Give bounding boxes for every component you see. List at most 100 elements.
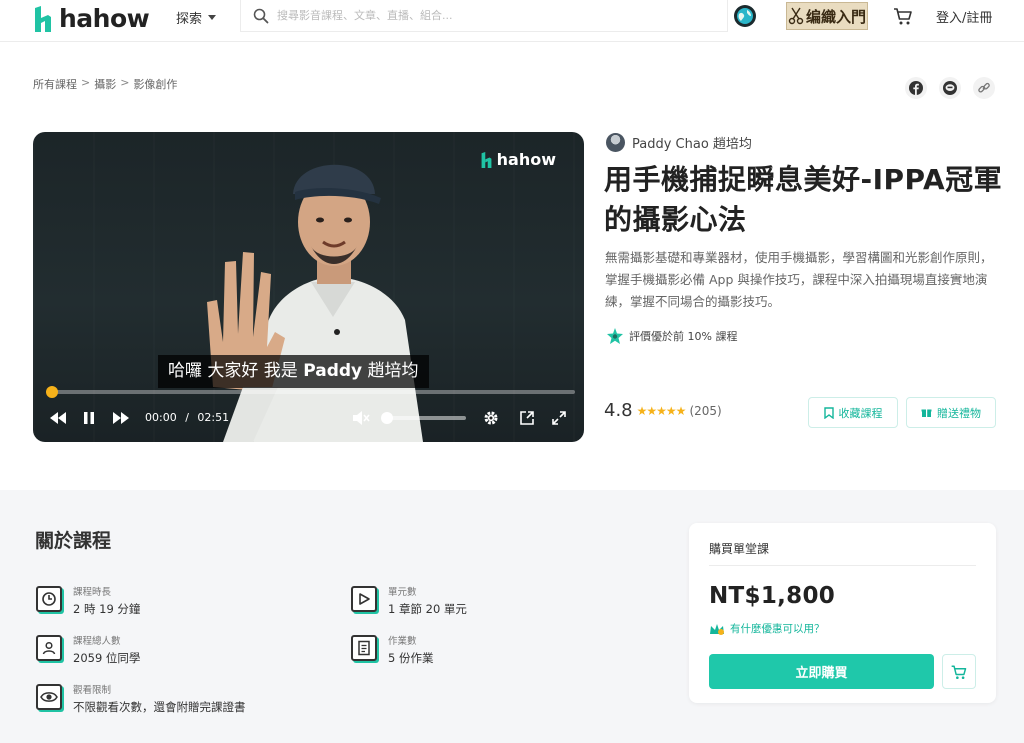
rewind-icon[interactable] [49,410,67,426]
hahow-logo-icon [35,5,51,32]
purchase-card: 購買單堂課 NT$1,800 有什麼優惠可以用？ 立即購買 [689,523,996,703]
video-progress-bar[interactable] [46,386,575,398]
promo-text: 编織入門 [805,7,866,26]
video-player[interactable]: hahow 哈囉 大家好 我是 Paddy 趙培均 00:00 / 02:51 [33,132,584,442]
course-description: 無需攝影基礎和專業器材，使用手機攝影，學習構圖和光影創作原則，掌握手機攝影必備 … [605,250,993,309]
earth-icon [737,8,753,24]
volume-slider[interactable] [381,412,466,424]
add-to-cart-button[interactable] [942,654,976,689]
top-navbar: hahow 探索 编織入門 登入/註冊 [0,0,1024,42]
breadcrumb-item-photography[interactable]: 攝影 [94,76,116,92]
play-icon [351,586,377,612]
stat-label: 觀看限制 [73,685,112,696]
globe-icon[interactable] [734,5,756,27]
stat-assignments: 作業數 5 份作業 [351,635,433,667]
purchase-heading: 購買單堂課 [709,542,770,556]
pause-icon[interactable] [82,410,96,426]
explore-menu[interactable]: 探索 [176,8,217,27]
stat-value: 2 時 19 分鐘 [73,602,141,616]
gift-label: 贈送禮物 [937,406,981,420]
stat-value: 2059 位同學 [73,651,141,665]
course-price: NT$1,800 [709,583,836,609]
explore-label: 探索 [176,12,203,27]
subtitle-prefix: 哈囉 大家好 我是 [168,361,304,381]
chevron-down-icon [208,15,217,20]
avatar [606,133,625,152]
stat-value: 1 章節 20 單元 [388,602,467,616]
stat-label: 課程時長 [73,587,112,598]
stat-label: 單元數 [388,587,417,598]
clock-icon [36,586,62,612]
line-icon [943,81,957,95]
badge-text: 評價優於前 10% 課程 [629,330,738,343]
cart-icon [951,665,967,679]
gift-icon [921,409,932,417]
stat-viewing-limit: 觀看限制 不限觀看次數，還會附贈完課證書 [36,684,246,716]
share-line-button[interactable] [939,77,961,99]
breadcrumb-separator: > [120,76,130,89]
eye-icon [36,684,62,710]
about-title: 關於課程 [35,530,112,552]
stat-units: 單元數 1 章節 20 單元 [351,586,467,618]
fullscreen-icon[interactable] [551,410,567,426]
rating-stars-icon: ★★★★★ [636,403,687,418]
stat-value: 不限觀看次數，還會附贈完課證書 [73,700,246,714]
students-icon [36,635,62,661]
search-input[interactable] [277,9,697,22]
search-icon [253,8,269,23]
share-link-button[interactable] [973,77,995,99]
hahow-logo-icon [481,151,492,168]
course-title: 用手機捕捉瞬息美好-IPPA冠軍的攝影心法 [604,163,1003,236]
fast-forward-icon[interactable] [112,410,130,426]
instructor-video-frame [207,164,423,442]
video-watermark: hahow [480,150,556,169]
login-register-link[interactable]: 登入/註冊 [936,7,992,26]
rating-badge: 評價優於前 10% 課程 [606,327,737,345]
send-gift-button[interactable]: 贈送禮物 [906,397,996,428]
subtitle-name: Paddy [303,361,363,381]
subtitle-suffix: 趙培均 [362,361,419,381]
time-separator: / [185,411,189,424]
breadcrumb-item-all-courses[interactable]: 所有課程 [33,76,77,92]
rating-value: 4.8 [604,400,633,421]
picture-in-picture-icon[interactable] [519,410,535,426]
facebook-icon [909,81,923,95]
favorite-course-button[interactable]: 收藏課程 [808,397,898,428]
bookmark-icon [823,406,834,419]
stat-label: 作業數 [388,636,417,647]
divider [709,565,976,566]
discount-link[interactable]: 有什麼優惠可以用？ [709,621,825,636]
stat-duration: 課程時長 2 時 19 分鐘 [36,586,140,618]
cart-icon[interactable] [892,5,914,27]
breadcrumb-item-image-creation[interactable]: 影像創作 [133,76,177,92]
duration: 02:51 [197,411,230,424]
rating-count: (205) [689,403,722,418]
share-facebook-button[interactable] [905,77,927,99]
crown-discount-icon [710,623,724,635]
settings-gear-icon[interactable] [483,410,499,426]
star-badge-icon [607,328,623,344]
link-icon [978,82,990,93]
hahow-logo[interactable]: hahow [33,4,150,33]
buy-now-button[interactable]: 立即購買 [709,654,934,689]
volume-handle[interactable] [381,412,393,424]
instructor[interactable]: Paddy Chao 趙培均 [606,133,752,152]
current-time: 00:00 [145,411,177,424]
breadcrumb: 所有課程 > 攝影 > 影像創作 [33,76,177,92]
watermark-text: hahow [496,150,556,169]
promo-banner[interactable]: 编織入門 [786,2,868,30]
logo-text: hahow [59,4,150,33]
discount-text: 有什麼優惠可以用？ [730,623,825,635]
video-time: 00:00 / 02:51 [145,410,229,426]
instructor-name: Paddy Chao 趙培均 [632,137,752,152]
scissors-icon [788,7,804,25]
stat-label: 課程總人數 [73,636,121,647]
course-rating: 4.8 ★★★★★ (205) [604,400,722,421]
video-subtitle: 哈囉 大家好 我是 Paddy 趙培均 [158,355,429,388]
search-bar[interactable] [240,0,728,32]
stat-value: 5 份作業 [388,651,434,665]
assignment-icon [351,635,377,661]
favorite-label: 收藏課程 [838,406,883,420]
stat-students: 課程總人數 2059 位同學 [36,635,140,667]
mute-icon[interactable] [352,410,370,426]
